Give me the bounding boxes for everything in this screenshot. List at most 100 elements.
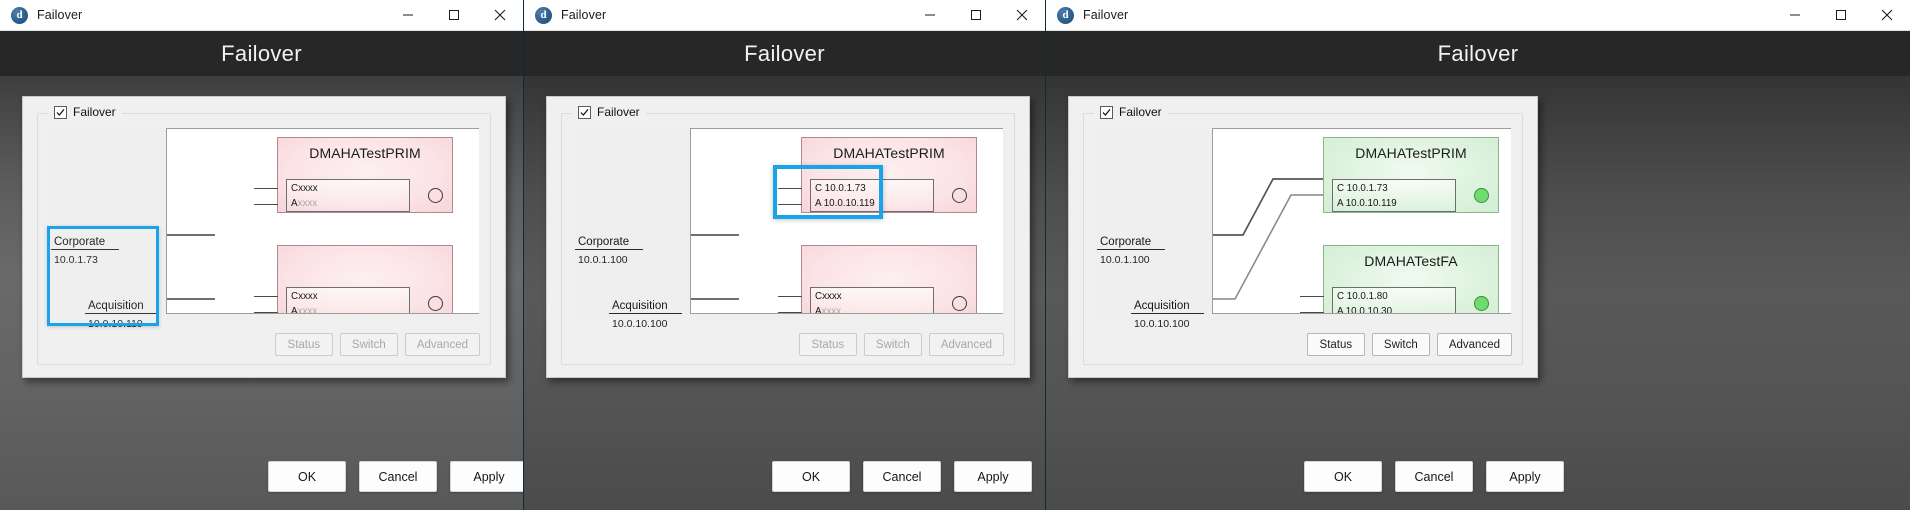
apply-button[interactable]: Apply [450, 461, 523, 492]
node-address-a: Axxxx [291, 305, 318, 314]
network-label-corporate[interactable]: Corporate 10.0.1.100 [575, 232, 644, 266]
switch-button[interactable]: Switch [339, 333, 398, 356]
title-bar: d Failover [1046, 0, 1910, 31]
network-ip: 10.0.1.73 [54, 254, 98, 266]
node-box[interactable]: DMAHATestPRIM C 10.0.1.73 A 10.0.10.119 [1323, 137, 1499, 213]
node-box[interactable]: Cxxxx Axxxx [254, 245, 453, 314]
status-button[interactable]: Status [798, 333, 857, 356]
node-address-box: C 10.0.1.73 A 10.0.10.119 [1332, 179, 1456, 212]
topology-diagram: Corporate 10.0.1.73 Acquisition 10.0.10.… [47, 128, 481, 330]
window-title: Failover [1083, 8, 1129, 22]
failover-checkbox-label: Failover [597, 105, 640, 119]
status-button[interactable]: Status [1306, 333, 1365, 356]
network-label-acquisition[interactable]: Acquisition 10.0.10.119 [85, 296, 158, 330]
maximize-icon[interactable] [431, 0, 477, 31]
node-box[interactable]: Cxxxx Axxxx [778, 245, 977, 314]
node-stub-a [1300, 312, 1324, 313]
minimize-icon[interactable] [385, 0, 431, 31]
checkbox-icon[interactable] [578, 105, 591, 119]
advanced-button[interactable]: Advanced [928, 333, 1004, 356]
node-stub-c [778, 296, 802, 297]
node-address-c: C 10.0.1.73 [1337, 182, 1388, 194]
dialog-footer: OK Cancel Apply [1304, 461, 1564, 492]
cancel-button[interactable]: Cancel [359, 461, 437, 492]
failover-dialog: Failover Corporate 10.0.1.73 Acquisition… [22, 96, 506, 378]
failover-groupbox: Failover Corporate 10.0.1.100 Acquisitio… [561, 105, 1015, 365]
minimize-icon[interactable] [1772, 0, 1818, 31]
close-icon[interactable] [477, 0, 523, 31]
node-title: DMAHATestFA [1364, 253, 1458, 269]
node-stub-c [254, 296, 278, 297]
close-icon[interactable] [1864, 0, 1910, 31]
banner-title: Failover [1437, 40, 1519, 66]
maximize-icon[interactable] [953, 0, 999, 31]
network-label-corporate[interactable]: Corporate 10.0.1.100 [1097, 232, 1166, 266]
node-title [278, 246, 452, 253]
node-title: DMAHATestPRIM [833, 145, 945, 161]
title-bar: d Failover [524, 0, 1045, 31]
node-stub-a [254, 312, 278, 313]
switch-button[interactable]: Switch [863, 333, 922, 356]
cancel-button[interactable]: Cancel [863, 461, 941, 492]
status-button[interactable]: Status [274, 333, 333, 356]
node-title [802, 246, 976, 253]
node-address-a: Axxxx [291, 197, 318, 209]
app-icon: d [11, 6, 28, 24]
node-address-a: A 10.0.10.119 [1337, 197, 1397, 209]
node-body: C 10.0.1.80 A 10.0.10.30 [1332, 287, 1498, 313]
network-label-acquisition[interactable]: Acquisition 10.0.10.100 [1131, 296, 1204, 330]
screenshot-strip: d Failover Failover Failover Corporate 1… [0, 0, 1910, 510]
network-name: Acquisition [609, 300, 682, 314]
node-address-box: C 10.0.1.73 A 10.0.10.119 [810, 179, 934, 212]
node-stub-c [1300, 296, 1324, 297]
action-buttons: Status Switch Advanced [1306, 333, 1512, 356]
network-label-acquisition[interactable]: Acquisition 10.0.10.100 [609, 296, 682, 330]
network-ip: 10.0.10.119 [88, 318, 143, 330]
node-address-a: Axxxx [815, 305, 842, 314]
dialog-footer: OK Cancel Apply [772, 461, 1032, 492]
node-title: DMAHATestPRIM [309, 145, 421, 161]
network-name: Acquisition [1131, 300, 1204, 314]
status-led [1474, 188, 1489, 203]
node-box[interactable]: DMAHATestPRIM Cxxxx Axxxx [254, 137, 453, 213]
network-name: Corporate [1097, 236, 1166, 250]
status-led [1474, 296, 1489, 311]
switch-button[interactable]: Switch [1371, 333, 1430, 356]
failover-checkbox[interactable]: Failover [572, 105, 646, 119]
network-label-corporate[interactable]: Corporate 10.0.1.73 [51, 232, 120, 266]
close-icon[interactable] [999, 0, 1045, 31]
ok-button[interactable]: OK [1304, 461, 1382, 492]
advanced-button[interactable]: Advanced [1436, 333, 1512, 356]
node-box[interactable]: DMAHATestFA C 10.0.1.80 A 10.0.10.30 [1300, 245, 1499, 313]
node-stub-a [778, 312, 802, 313]
node-stub-a [778, 204, 802, 205]
node-stub-c [254, 188, 278, 189]
checkbox-icon[interactable] [54, 105, 67, 119]
failover-checkbox[interactable]: Failover [1094, 105, 1168, 119]
ok-button[interactable]: OK [268, 461, 346, 492]
cancel-button[interactable]: Cancel [1395, 461, 1473, 492]
node-address-c: C 10.0.1.80 [1337, 290, 1388, 302]
advanced-button[interactable]: Advanced [404, 333, 480, 356]
diagram-canvas: DMAHATestPRIM C 10.0.1.73 A 10.0.10.119 … [1212, 128, 1511, 314]
node-box[interactable]: DMAHATestPRIM C 10.0.1.73 A 10.0.10.119 [778, 137, 977, 213]
window-panel-1: d Failover Failover Failover Corporate 1… [0, 0, 524, 510]
apply-button[interactable]: Apply [954, 461, 1032, 492]
checkbox-icon[interactable] [1100, 105, 1113, 119]
maximize-icon[interactable] [1818, 0, 1864, 31]
failover-checkbox[interactable]: Failover [48, 105, 122, 119]
window-panel-3: d Failover Failover Failover Corporate 1… [1046, 0, 1910, 510]
status-led [428, 188, 443, 203]
network-ip: 10.0.10.100 [612, 318, 668, 330]
node-body: Cxxxx Axxxx [286, 287, 452, 314]
network-name: Acquisition [85, 300, 158, 314]
banner: Failover [1046, 31, 1910, 76]
ok-button[interactable]: OK [772, 461, 850, 492]
failover-groupbox: Failover Corporate 10.0.1.100 Acquisitio… [1083, 105, 1523, 365]
node-body: C 10.0.1.73 A 10.0.10.119 [1332, 179, 1498, 212]
apply-button[interactable]: Apply [1486, 461, 1564, 492]
minimize-icon[interactable] [907, 0, 953, 31]
window-title: Failover [561, 8, 607, 22]
action-buttons: Status Switch Advanced [274, 333, 480, 356]
node-stub-a [254, 204, 278, 205]
